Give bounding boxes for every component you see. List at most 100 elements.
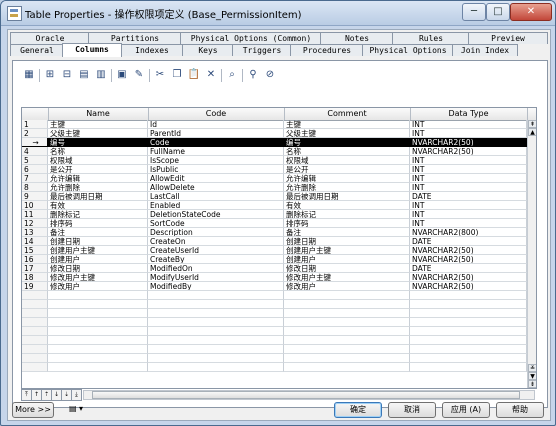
table-row[interactable]: 12 排序码 SortCode 排序码 INT	[22, 219, 536, 228]
delete-icon[interactable]: ✕	[203, 67, 219, 83]
cell-comment[interactable]: 修改用户主键	[284, 273, 410, 282]
cell-type[interactable]: INT	[410, 201, 527, 210]
cell-code[interactable]: ParentId	[148, 129, 284, 138]
cell-name[interactable]: 允许删除	[48, 183, 148, 192]
column-header-name[interactable]: Name	[48, 108, 149, 120]
tab-physical-options-common[interactable]: Physical Options (Common)	[180, 32, 322, 44]
cell-comment[interactable]	[284, 345, 410, 354]
cell-name[interactable]: 有效	[48, 201, 148, 210]
cell-comment[interactable]	[284, 363, 410, 372]
close-button[interactable]: ✕	[510, 3, 552, 21]
cell-type[interactable]	[410, 291, 527, 300]
cell-code[interactable]	[148, 309, 284, 318]
table-row[interactable]: 14 创建日期 CreateOn 创建日期 DATE	[22, 237, 536, 246]
cell-name[interactable]: 最后被调用日期	[48, 192, 148, 201]
cell-comment[interactable]	[284, 327, 410, 336]
cell-comment[interactable]: 允许删除	[284, 183, 410, 192]
cell-code[interactable]: FullName	[148, 147, 284, 156]
cell-code[interactable]	[148, 327, 284, 336]
scroll-bottom-icon[interactable]: ⇟	[528, 380, 536, 388]
table-row[interactable]: 5 权限域 IsScope 权限域 INT	[22, 156, 536, 165]
cell-name[interactable]: 编号	[48, 138, 148, 147]
cell-comment[interactable]: 创建用户	[284, 255, 410, 264]
menu-dropdown-icon[interactable]: ▤ ▾	[62, 402, 90, 416]
cell-comment[interactable]: 排序码	[284, 219, 410, 228]
cell-comment[interactable]: 备注	[284, 228, 410, 237]
cell-comment[interactable]: 有效	[284, 201, 410, 210]
paste-icon[interactable]: 📋	[186, 67, 202, 83]
cell-type[interactable]: INT	[410, 174, 527, 183]
empty-row[interactable]	[22, 318, 536, 327]
cell-type[interactable]: INT	[410, 165, 527, 174]
cell-name[interactable]: 创建日期	[48, 237, 148, 246]
cell-type[interactable]: NVARCHAR2(50)	[410, 255, 527, 264]
tab-general[interactable]: General	[10, 44, 64, 56]
cell-code[interactable]: IsScope	[148, 156, 284, 165]
cell-type[interactable]	[410, 354, 527, 363]
cell-name[interactable]: 权限域	[48, 156, 148, 165]
cell-type[interactable]: DATE	[410, 237, 527, 246]
title-bar[interactable]: Table Properties - 操作权限项定义 (Base_Permiss…	[1, 1, 555, 26]
scroll-page-down-icon[interactable]: ≚	[528, 364, 536, 372]
empty-row[interactable]	[22, 336, 536, 345]
tab-keys[interactable]: Keys	[182, 44, 234, 56]
scroll-down-icon[interactable]: ▼	[528, 372, 536, 380]
tab-preview[interactable]: Preview	[468, 32, 548, 44]
cell-type[interactable]: INT	[410, 156, 527, 165]
cell-type[interactable]: INT	[410, 129, 527, 138]
reuse-columns-icon[interactable]: ▥	[93, 67, 109, 83]
cell-type[interactable]: INT	[410, 219, 527, 228]
add-columns-icon[interactable]: ▤	[76, 67, 92, 83]
cell-name[interactable]: 创建用户主键	[48, 246, 148, 255]
cut-icon[interactable]: ✂	[152, 67, 168, 83]
cell-code[interactable]: Description	[148, 228, 284, 237]
cell-comment[interactable]	[284, 309, 410, 318]
table-row[interactable]: 7 允许编辑 AllowEdit 允许编辑 INT	[22, 174, 536, 183]
cell-name[interactable]	[48, 327, 148, 336]
cell-type[interactable]: DATE	[410, 264, 527, 273]
cell-type[interactable]: NVARCHAR2(50)	[410, 138, 527, 147]
clear-filter-icon[interactable]: ⊘	[262, 67, 278, 83]
empty-row[interactable]	[22, 291, 536, 300]
table-row[interactable]: → 编号 Code 编号 NVARCHAR2(50)	[22, 138, 536, 147]
cancel-button[interactable]: 取消	[388, 402, 436, 418]
column-header-comment[interactable]: Comment	[284, 108, 411, 120]
scroll-up-icon[interactable]: ▲	[528, 128, 536, 136]
cell-code[interactable]: AllowEdit	[148, 174, 284, 183]
cell-code[interactable]: DeletionStateCode	[148, 210, 284, 219]
cell-type[interactable]: INT	[410, 120, 527, 129]
cell-comment[interactable]: 最后被调用日期	[284, 192, 410, 201]
cell-name[interactable]: 修改用户	[48, 282, 148, 291]
cell-type[interactable]: DATE	[410, 192, 527, 201]
cell-code[interactable]: LastCall	[148, 192, 284, 201]
help-button[interactable]: 帮助	[496, 402, 544, 418]
ok-button[interactable]: 确定	[334, 402, 382, 418]
move-bottom-icon[interactable]: ⤓	[71, 389, 82, 401]
cell-type[interactable]	[410, 309, 527, 318]
tab-columns[interactable]: Columns	[62, 43, 122, 57]
find-icon[interactable]: ✎	[131, 67, 147, 83]
tab-physical-options[interactable]: Physical Options	[362, 44, 454, 56]
cell-code[interactable]	[148, 354, 284, 363]
cell-name[interactable]	[48, 291, 148, 300]
vertical-scrollbar[interactable]: ⇞ ▲ ≚ ▼ ⇟	[527, 120, 536, 388]
apply-button[interactable]: 应用 (A)	[442, 402, 490, 418]
table-row[interactable]: 4 名称 FullName 名称 NVARCHAR2(50)	[22, 147, 536, 156]
table-row[interactable]: 9 最后被调用日期 LastCall 最后被调用日期 DATE	[22, 192, 536, 201]
cell-type[interactable]: NVARCHAR2(50)	[410, 273, 527, 282]
cell-comment[interactable]: 允许编辑	[284, 174, 410, 183]
search-icon[interactable]: ⌕	[224, 67, 240, 83]
row-number-header[interactable]	[22, 108, 49, 120]
horizontal-scrollbar[interactable]	[83, 390, 535, 400]
cell-name[interactable]	[48, 336, 148, 345]
cell-comment[interactable]: 创建日期	[284, 237, 410, 246]
table-row[interactable]: 11 删除标记 DeletionStateCode 删除标记 INT	[22, 210, 536, 219]
tab-rules[interactable]: Rules	[392, 32, 470, 44]
cell-code[interactable]	[148, 363, 284, 372]
table-row[interactable]: 1 主键 Id 主键 INT	[22, 120, 536, 129]
tab-indexes[interactable]: Indexes	[120, 44, 184, 56]
tab-procedures[interactable]: Procedures	[290, 44, 364, 56]
cell-name[interactable]: 名称	[48, 147, 148, 156]
cell-code[interactable]: SortCode	[148, 219, 284, 228]
empty-row[interactable]	[22, 300, 536, 309]
